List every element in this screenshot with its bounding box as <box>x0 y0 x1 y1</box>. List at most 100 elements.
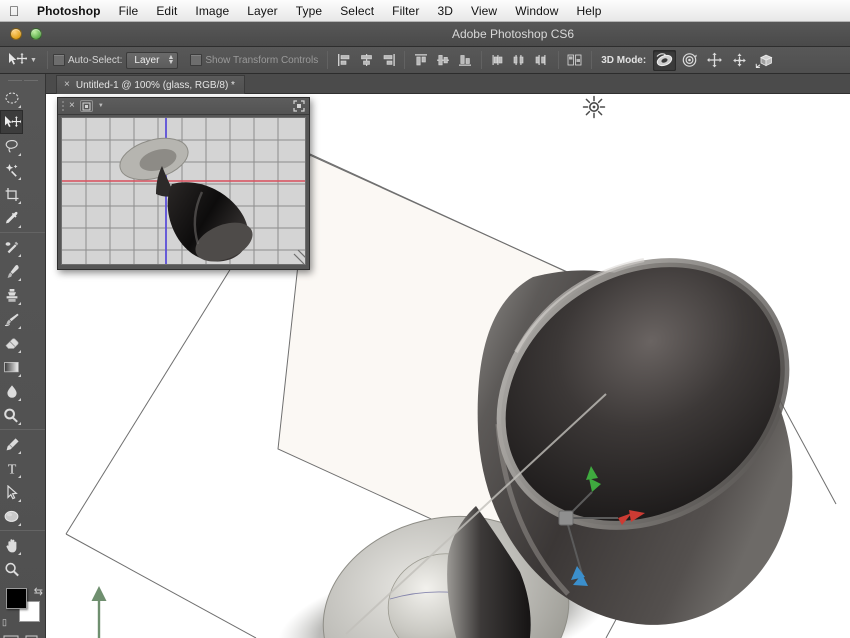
blur-tool[interactable] <box>0 379 23 403</box>
drag-3d-object-button[interactable] <box>703 50 726 71</box>
scale-3d-object-button[interactable] <box>753 50 776 71</box>
panel-header[interactable]: × ▼ <box>58 98 309 115</box>
tools-grid: T <box>0 86 45 581</box>
ellipse-shape-tool[interactable] <box>0 504 23 528</box>
slide-3d-object-button[interactable] <box>728 50 751 71</box>
menu-item-filter[interactable]: Filter <box>383 0 428 22</box>
align-vertical-centers-button[interactable] <box>433 51 453 70</box>
align-left-edges-button[interactable] <box>334 51 354 70</box>
menu-item-3d[interactable]: 3D <box>428 0 462 22</box>
close-icon[interactable]: × <box>64 80 70 90</box>
auto-select-label: Auto-Select: <box>67 54 123 66</box>
eraser-tool[interactable] <box>0 331 23 355</box>
tool-preset-chevron-down-icon[interactable]: ▼ <box>30 57 37 64</box>
chevron-updown-icon: ▲ ▼ <box>167 54 175 66</box>
history-brush-tool[interactable] <box>0 307 23 331</box>
auto-select-target-dropdown[interactable]: Layer ▲ ▼ <box>126 51 179 69</box>
tool-more-triangle-icon <box>18 552 21 555</box>
menu-item-image[interactable]: Image <box>186 0 238 22</box>
eyedropper-tool[interactable] <box>0 206 23 230</box>
zoom-tool[interactable] <box>0 557 23 581</box>
ground-plane-axis-arrow <box>91 586 107 638</box>
menu-item-edit[interactable]: Edit <box>147 0 186 22</box>
panel-resize-handle[interactable] <box>297 257 308 268</box>
minimize-button[interactable] <box>10 28 22 40</box>
options-divider <box>46 51 48 69</box>
tool-more-triangle-icon <box>18 350 21 353</box>
hand-tool[interactable] <box>0 533 23 557</box>
3d-ground-plane-panel[interactable]: × ▼ <box>57 97 310 270</box>
3d-preview-scene <box>62 118 305 264</box>
menu-item-file[interactable]: File <box>110 0 148 22</box>
auto-select-checkbox[interactable] <box>52 54 65 66</box>
tool-more-triangle-icon <box>18 105 21 108</box>
tools-panel-grip[interactable] <box>0 74 45 86</box>
marquee-tool[interactable] <box>0 86 23 110</box>
photoshop-window:  Photoshop File Edit Image Layer Type S… <box>0 0 850 638</box>
brush-tool[interactable] <box>0 259 23 283</box>
spot-healing-brush-tool[interactable] <box>0 235 23 259</box>
quick-selection-tool[interactable] <box>0 158 23 182</box>
swap-colors-icon[interactable]: ⇆ <box>34 585 43 598</box>
tool-more-triangle-icon <box>18 177 21 180</box>
options-divider-2 <box>327 51 329 69</box>
rotate-3d-object-button[interactable] <box>653 49 677 71</box>
tool-more-triangle-icon <box>18 523 21 526</box>
close-icon[interactable]: × <box>69 101 75 111</box>
panel-menu-button[interactable] <box>79 100 93 112</box>
distribute-right-edges-button[interactable] <box>532 51 552 70</box>
tool-more-triangle-icon <box>18 153 21 156</box>
menu-item-layer[interactable]: Layer <box>238 0 287 22</box>
menu-item-view[interactable]: View <box>462 0 506 22</box>
zoom-button[interactable] <box>30 28 42 40</box>
tool-more-triangle-icon <box>18 326 21 329</box>
menu-item-photoshop[interactable]: Photoshop <box>28 0 110 22</box>
window-controls <box>0 28 42 40</box>
align-horizontal-centers-button[interactable] <box>356 51 376 70</box>
tools-divider-3 <box>0 530 45 531</box>
document-tab-title: Untitled-1 @ 100% (glass, RGB/8) * <box>75 79 235 91</box>
tool-options-bar: ▼ Auto-Select: Layer ▲ ▼ Show Transform C… <box>0 47 850 74</box>
document-tab[interactable]: × Untitled-1 @ 100% (glass, RGB/8) * <box>56 75 245 94</box>
distribute-left-edges-button[interactable] <box>488 51 508 70</box>
menu-item-select[interactable]: Select <box>331 0 383 22</box>
current-tool-indicator[interactable]: ▼ <box>0 47 42 73</box>
panel-expand-button[interactable] <box>293 100 305 112</box>
align-top-edges-button[interactable] <box>411 51 431 70</box>
menu-item-help[interactable]: Help <box>567 0 610 22</box>
gradient-tool[interactable] <box>0 355 23 379</box>
type-tool[interactable]: T <box>0 456 23 480</box>
panel-grip-icon[interactable] <box>62 101 64 111</box>
pen-tool[interactable] <box>0 432 23 456</box>
menu-item-type[interactable]: Type <box>287 0 331 22</box>
path-selection-tool[interactable] <box>0 480 23 504</box>
app-title-bar: Adobe Photoshop CS6 <box>0 22 850 47</box>
app-title: Adobe Photoshop CS6 <box>451 27 575 41</box>
tool-more-triangle-icon <box>18 254 21 257</box>
show-transform-controls-checkbox[interactable] <box>190 54 203 66</box>
tool-more-triangle-icon <box>18 374 21 377</box>
tools-panel: T ⇆ ▯ <box>0 74 46 638</box>
3d-mode-label: 3D Mode: <box>601 54 647 66</box>
3d-preview-canvas[interactable] <box>61 117 306 265</box>
svg-text:T: T <box>7 462 16 475</box>
dodge-tool[interactable] <box>0 403 23 427</box>
roll-3d-object-button[interactable] <box>678 50 701 71</box>
chevron-down-icon[interactable]: ▼ <box>98 103 104 109</box>
auto-align-layers-button[interactable] <box>565 51 585 70</box>
infinite-light-widget-icon[interactable] <box>582 95 606 119</box>
apple-logo-icon[interactable]:  <box>6 3 22 19</box>
default-colors-icon[interactable]: ▯ <box>2 617 7 628</box>
tool-more-triangle-icon <box>18 398 21 401</box>
menu-item-window[interactable]: Window <box>506 0 567 22</box>
distribute-horizontal-centers-button[interactable] <box>510 51 530 70</box>
foreground-color-swatch[interactable] <box>6 588 27 609</box>
clone-stamp-tool[interactable] <box>0 283 23 307</box>
align-right-edges-button[interactable] <box>378 51 398 70</box>
lasso-tool[interactable] <box>0 134 23 158</box>
crop-tool[interactable] <box>0 182 23 206</box>
align-bottom-edges-button[interactable] <box>455 51 475 70</box>
tool-more-triangle-icon <box>18 225 21 228</box>
tool-more-triangle-icon <box>18 278 21 281</box>
move-tool[interactable] <box>0 110 23 134</box>
